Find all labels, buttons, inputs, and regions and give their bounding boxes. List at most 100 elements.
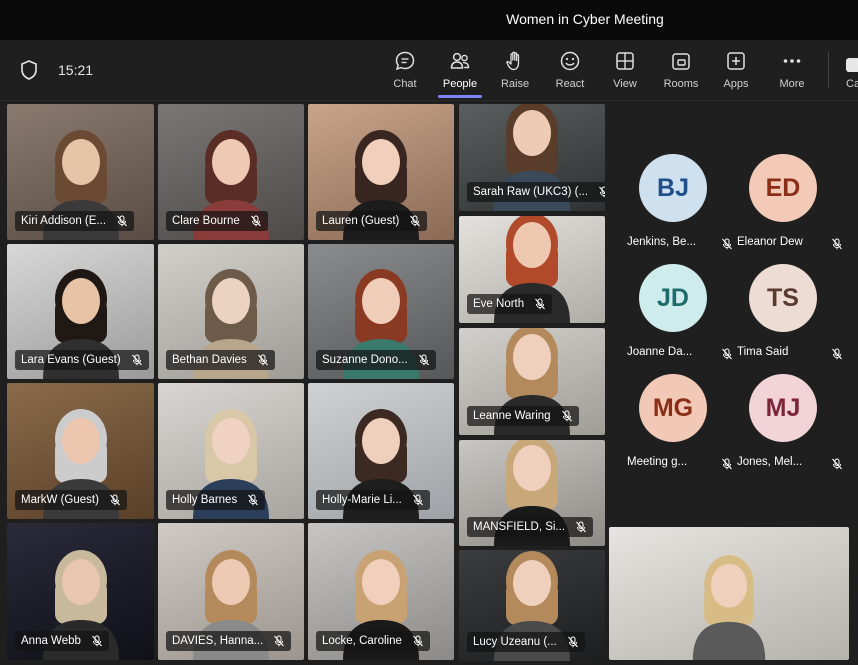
meeting-timer: 15:21 [58, 62, 94, 78]
screen-share-tile[interactable] [609, 527, 849, 660]
mic-off-icon [274, 635, 285, 647]
video-tile[interactable]: Lucy Uzeanu (... [459, 550, 605, 661]
avatar-initials: MJ [765, 393, 801, 422]
mic-off-icon [535, 298, 546, 310]
raise-hand-button[interactable]: Raise [491, 48, 539, 94]
mic-off-icon [131, 354, 142, 366]
avatar-initials: BJ [657, 173, 689, 202]
apps-icon [727, 52, 745, 70]
participant-name: MANSFIELD, Si... [473, 521, 566, 533]
view-button[interactable]: View [601, 48, 649, 94]
chat-icon [395, 51, 415, 71]
video-tile[interactable]: Anna Webb [7, 523, 154, 660]
people-button[interactable]: People [436, 48, 484, 98]
video-tile[interactable]: Bethan Davies [158, 244, 304, 379]
raise-label: Raise [500, 78, 530, 90]
participant-name: Suzanne Dono... [322, 354, 408, 366]
participant-name-tag: Anna Webb [15, 631, 109, 651]
video-tile[interactable]: MarkW (Guest) [7, 383, 154, 519]
meeting-title: Women in Cyber Meeting [506, 11, 664, 27]
video-tile[interactable]: Leanne Waring [459, 328, 605, 435]
participant-name-tag: Suzanne Dono... [316, 350, 436, 370]
participant-name: Lucy Uzeanu (... [473, 636, 557, 648]
participant-name-tag: Holly-Marie Li... [316, 490, 430, 510]
participant-name: Anna Webb [21, 635, 81, 647]
apps-label: Apps [723, 78, 749, 90]
video-tile[interactable]: Lara Evans (Guest) [7, 244, 154, 379]
avatar-initials: ED [765, 173, 801, 202]
participant-name: Lara Evans (Guest) [21, 354, 121, 366]
participant-name: MarkW (Guest) [21, 494, 99, 506]
mic-off-icon [410, 215, 421, 227]
participant-avatar[interactable]: MJ [749, 374, 817, 442]
video-tile[interactable]: Clare Bourne [158, 104, 304, 240]
participant-avatar[interactable]: JD [639, 264, 707, 332]
video-tile[interactable]: Sarah Raw (UKC3) (... [459, 104, 605, 211]
mic-off-icon [250, 215, 261, 227]
avatar-name: Jenkins, Be... [627, 236, 697, 248]
video-tile[interactable]: Holly-Marie Li... [308, 383, 454, 519]
avatar-name: Tima Said [737, 346, 789, 358]
title-bar: Women in Cyber Meeting [0, 0, 858, 40]
participant-name: Locke, Caroline [322, 635, 402, 647]
more-button[interactable]: More [768, 48, 816, 94]
video-tile[interactable]: Locke, Caroline [308, 523, 454, 660]
participant-name-tag: Holly Barnes [166, 490, 266, 510]
mic-off-icon [561, 410, 572, 422]
react-icon [560, 51, 580, 71]
participant-name: Kiri Addison (E... [21, 215, 107, 227]
participant-name-tag: Lauren (Guest) [316, 211, 428, 231]
react-label: React [555, 78, 585, 90]
participant-avatar[interactable]: ED [749, 154, 817, 222]
video-tile[interactable]: DAVIES, Hanna... [158, 523, 304, 660]
chat-label: Chat [393, 78, 417, 90]
participant-name-tag: Locke, Caroline [316, 631, 430, 651]
people-label: People [442, 78, 478, 90]
participant-name-tag: MANSFIELD, Si... [467, 517, 594, 537]
participant-avatar[interactable]: BJ [639, 154, 707, 222]
participant-name-tag: Lucy Uzeanu (... [467, 632, 585, 652]
view-label: View [613, 78, 637, 90]
video-tile[interactable]: Holly Barnes [158, 383, 304, 519]
participant-name-tag: DAVIES, Hanna... [166, 631, 292, 651]
view-icon [616, 52, 634, 70]
chat-button[interactable]: Chat [381, 48, 429, 94]
rooms-label: Rooms [663, 78, 699, 90]
video-tile[interactable]: Eve North [459, 216, 605, 323]
participant-avatar[interactable]: TS [749, 264, 817, 332]
active-tab-indicator [438, 95, 482, 98]
mic-off-icon [110, 494, 120, 506]
more-label: More [779, 78, 805, 90]
mic-off-icon [722, 348, 732, 360]
participant-name: Leanne Waring [473, 410, 551, 422]
react-button[interactable]: React [546, 48, 594, 94]
camera-icon[interactable] [846, 58, 858, 72]
video-tile[interactable]: Lauren (Guest) [308, 104, 454, 240]
participant-name: Lauren (Guest) [322, 215, 400, 227]
participant-name: Holly Barnes [172, 494, 238, 506]
video-tile[interactable]: Suzanne Dono... [308, 244, 454, 379]
mic-off-icon [832, 458, 842, 470]
mic-off-icon [117, 215, 127, 227]
participant-name-tag: Sarah Raw (UKC3) (... [467, 182, 605, 202]
participant-video-figure [692, 555, 766, 660]
mic-off-icon [567, 636, 578, 648]
participant-name-tag: Clare Bourne [166, 211, 268, 231]
video-tile[interactable]: Kiri Addison (E... [7, 104, 154, 240]
participant-avatar[interactable]: MG [639, 374, 707, 442]
mic-off-icon [832, 348, 842, 360]
meeting-toolbar: 15:21 Chat People Raise React View Rooms [0, 40, 858, 101]
mic-off-icon [576, 521, 586, 533]
avatar-roster: BJ Jenkins, Be... ED Eleanor Dew JD Joanne Da… [612, 104, 848, 524]
video-tile[interactable]: MANSFIELD, Si... [459, 440, 605, 546]
rooms-icon [672, 53, 690, 70]
apps-button[interactable]: Apps [712, 48, 760, 94]
camera-label[interactable]: Ca [846, 78, 858, 90]
avatar-name: Meeting g... [627, 456, 688, 468]
avatar-name: Joanne Da... [627, 346, 693, 358]
participant-name: Clare Bourne [172, 215, 240, 227]
mic-off-icon [412, 635, 423, 647]
shield-icon[interactable] [20, 60, 38, 80]
participant-name-tag: MarkW (Guest) [15, 490, 127, 510]
rooms-button[interactable]: Rooms [657, 48, 705, 94]
